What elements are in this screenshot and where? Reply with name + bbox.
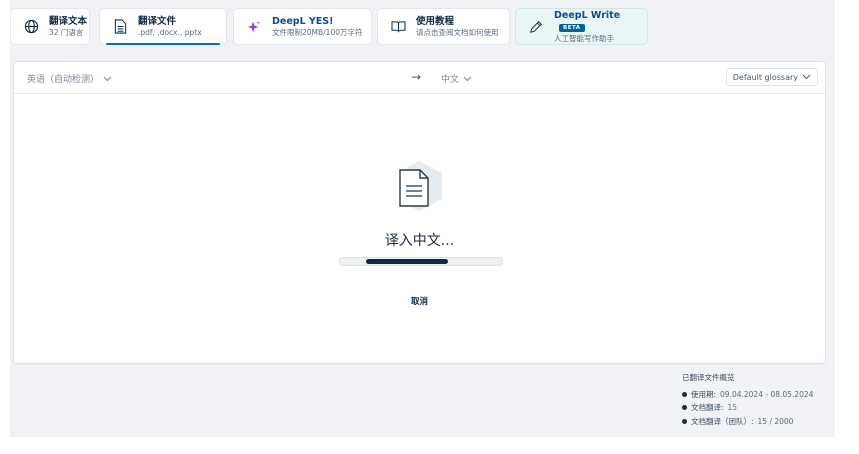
summary-label: 使用期:	[691, 389, 717, 399]
tab-title: DeepL YES!	[272, 15, 334, 27]
source-language-select[interactable]: 英语（自动检测）	[27, 72, 112, 85]
tab-subtitle: 请点击查阅文档如何使用	[416, 28, 499, 38]
translation-progress-bar	[339, 257, 503, 266]
book-icon	[388, 17, 408, 37]
glossary-select[interactable]: Default glossary	[725, 68, 818, 86]
tab-translate-text[interactable]: 翻译文本 32 门语言	[10, 8, 90, 45]
arrow-right-icon: →	[411, 70, 422, 84]
chevron-down-icon	[463, 76, 472, 82]
target-language-label: 中文	[441, 75, 460, 85]
glossary-label: Default glossary	[732, 72, 798, 82]
summary-value: 15 / 2000	[757, 416, 794, 426]
tab-title: 翻译文件	[138, 15, 177, 27]
summary-value: 09.04.2024 - 08.05.2024	[720, 389, 814, 399]
summary-value: 15	[727, 403, 738, 412]
tab-deepl-write[interactable]: DeepL WriteBETA 人工智能写作助手	[515, 8, 648, 45]
tab-deepl-yes[interactable]: DeepL YES! 文件限制20MB/100万字符	[233, 8, 372, 45]
tab-subtitle: 32 门语言	[49, 28, 84, 38]
sparkle-icon	[244, 17, 264, 37]
tab-title: 翻译文本	[49, 15, 88, 27]
tab-translate-files[interactable]: 翻译文件 .pdf, .docx., pptx	[99, 8, 227, 45]
summary-title: 已翻译文件概览	[682, 373, 735, 382]
tab-subtitle: 人工智能写作助手	[554, 33, 614, 43]
bullet-icon	[682, 418, 687, 424]
tab-title: 使用教程	[416, 15, 455, 27]
chevron-down-icon	[802, 74, 811, 80]
tab-tutorial[interactable]: 使用教程 请点击查阅文档如何使用	[377, 8, 510, 45]
tab-subtitle: 文件限制20MB/100万字符	[272, 28, 363, 38]
pen-icon	[526, 17, 546, 37]
tab-title: DeepL Write	[554, 10, 621, 22]
summary-row: 文档翻译: 15	[682, 401, 813, 415]
beta-badge: BETA	[559, 23, 585, 33]
progress-fill	[366, 259, 448, 264]
language-bar: 英语（自动检测） → 中文 Default glossary	[14, 62, 825, 94]
bullet-icon	[682, 391, 687, 397]
globe-icon	[21, 17, 41, 37]
source-language-label: 英语（自动检测）	[27, 75, 100, 85]
summary-label: 文档翻译（团队）:	[691, 416, 754, 426]
summary-row: 文档翻译（团队）: 15 / 2000	[682, 415, 813, 429]
bullet-icon	[682, 405, 687, 411]
translating-document-icon	[394, 160, 444, 212]
translation-status-text: 译入中文...	[384, 233, 455, 249]
tab-subtitle: .pdf, .docx., pptx	[138, 28, 202, 38]
target-language-select[interactable]: 中文	[441, 72, 472, 85]
document-icon	[110, 17, 130, 37]
chevron-down-icon	[103, 76, 112, 82]
summary-label: 文档翻译:	[691, 403, 724, 412]
translated-files-summary: 已翻译文件概览 使用期: 09.04.2024 - 08.05.2024 文档翻…	[682, 371, 813, 428]
summary-row: 使用期: 09.04.2024 - 08.05.2024	[682, 388, 813, 402]
cancel-button[interactable]: 取消	[14, 295, 825, 307]
translation-panel: 英语（自动检测） → 中文 Default glossary 译入中文... 取…	[13, 61, 826, 364]
